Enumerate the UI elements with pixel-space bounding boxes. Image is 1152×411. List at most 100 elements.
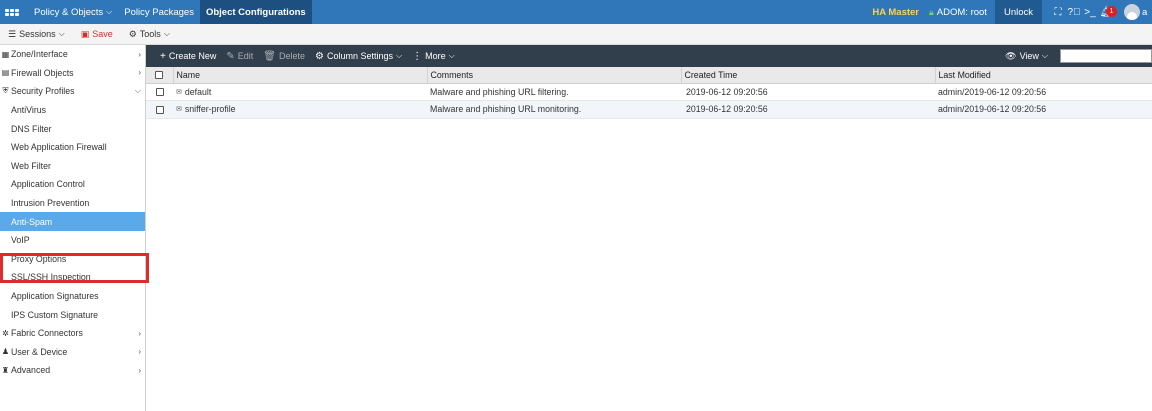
sidebar-item-application-signatures[interactable]: Application Signatures (0, 287, 145, 306)
sidebar-item-web-application-firewall[interactable]: Web Application Firewall (0, 138, 145, 157)
cli-console-icon[interactable]: >_ (1083, 7, 1097, 18)
app-menu-icon[interactable] (0, 0, 24, 24)
profiles-table: Name Comments Created Time Last Modified… (146, 67, 1152, 119)
top-right-controls: HA Master 🔒︎ ADOM: root Unlock ⛶ ?⃝ >_ 🔔… (872, 0, 1152, 24)
main-content: + Create New ✎ Edit 🗑︎ Delete ⚙ Column S… (146, 45, 1152, 411)
nav-policy-objects[interactable]: Policy & Objects ⌵ (28, 0, 118, 24)
sidebar-item-dns-filter[interactable]: DNS Filter (0, 119, 145, 138)
row-select-cell[interactable] (146, 83, 173, 101)
row-checkbox[interactable] (155, 88, 164, 97)
column-header-last-modified[interactable]: Last Modified (935, 67, 1152, 84)
chevron-right-icon: › (138, 365, 141, 375)
help-icon[interactable]: ?⃝ (1067, 7, 1081, 18)
edit-icon: ✎ (226, 50, 235, 62)
table-row[interactable]: ✉ sniffer-profile Malware and phishing U… (146, 100, 1152, 119)
last-modified-cell: admin/2019-06-12 09:20:56 (935, 83, 1152, 101)
chevron-down-icon: ⌵ (134, 86, 141, 96)
fullscreen-icon[interactable]: ⛶ (1051, 7, 1065, 18)
nav-object-configurations-label: Object Configurations (205, 6, 306, 18)
sidebar-item-fabric-connectors[interactable]: ✲ Fabric Connectors › (0, 324, 145, 343)
zone-icon: ▦ (1, 49, 10, 59)
chevron-right-icon: › (138, 347, 141, 357)
profile-icon: ✉ (176, 106, 182, 114)
sidebar-item-security-profiles[interactable]: ⛨ Security Profiles ⌵ (0, 82, 145, 101)
profile-name: default (184, 86, 212, 97)
plus-icon: + (160, 50, 166, 62)
gear-icon: ⚙ (128, 28, 137, 39)
edit-button[interactable]: ✎ Edit (221, 51, 258, 62)
notifications-button[interactable]: 🔔︎ 1 (1098, 0, 1118, 24)
table-toolbar: + Create New ✎ Edit 🗑︎ Delete ⚙ Column S… (146, 45, 1152, 67)
sessions-menu[interactable]: ☰ Sessions ⌵ (0, 29, 73, 40)
avatar[interactable] (1124, 4, 1140, 20)
sidebar-item-label: Advanced (11, 365, 51, 376)
save-button[interactable]: ▣ Save (73, 29, 121, 40)
chevron-down-icon: ⌵ (163, 29, 170, 38)
column-settings-button[interactable]: ⚙ Column Settings ⌵ (310, 51, 407, 62)
column-settings-label: Column Settings (326, 51, 394, 61)
column-header-name[interactable]: Name (173, 67, 428, 84)
highlight-box (0, 253, 149, 283)
last-modified-cell: admin/2019-06-12 09:20:56 (935, 100, 1152, 119)
sidebar-item-antivirus[interactable]: AntiVirus (0, 101, 145, 120)
profile-name: sniffer-profile (184, 104, 236, 115)
comments-cell: Malware and phishing URL monitoring. (427, 100, 681, 119)
main-nav: Policy & Objects ⌵ Policy Packages Objec… (28, 0, 312, 24)
unlock-button[interactable]: Unlock (994, 0, 1042, 24)
sidebar-item-user-device[interactable]: ♟ User & Device › (0, 343, 145, 362)
user-icon: ♟ (1, 347, 10, 357)
chevron-down-icon: ⌵ (448, 51, 455, 60)
view-button[interactable]: 👁︎ View ⌵ (1005, 45, 1048, 67)
adom-label: ADOM: root (936, 6, 987, 18)
more-label: More (425, 51, 446, 61)
shield-icon: ⛨ (2, 86, 9, 96)
nav-policy-packages[interactable]: Policy Packages (118, 0, 200, 24)
search-input[interactable] (1060, 49, 1152, 63)
sidebar-item-ips-custom-signature[interactable]: IPS Custom Signature (0, 305, 145, 324)
sidebar-item-label: Anti-Spam (11, 216, 53, 227)
chevron-down-icon: ⌵ (396, 51, 403, 60)
column-header-comments[interactable]: Comments (427, 67, 682, 84)
column-header-created-time[interactable]: Created Time (681, 67, 936, 84)
nav-object-configurations[interactable]: Object Configurations (199, 0, 312, 24)
unlock-label: Unlock (1003, 6, 1033, 18)
chevron-right-icon: › (138, 68, 141, 78)
firewall-icon: ▤ (1, 68, 10, 78)
profile-icon: ✉ (176, 88, 182, 96)
name-cell[interactable]: ✉ default (173, 83, 427, 101)
select-all-checkbox[interactable] (155, 71, 164, 80)
adom-indicator[interactable]: 🔒︎ ADOM: root (929, 7, 987, 18)
gear-icon: ⚙ (315, 50, 324, 62)
sessions-icon: ☰ (8, 28, 17, 39)
sidebar-item-label: AntiVirus (11, 105, 47, 116)
sidebar-item-advanced[interactable]: ♜ Advanced › (0, 361, 145, 380)
select-all-cell[interactable] (146, 67, 174, 84)
sidebar-item-zone-interface[interactable]: ▦ Zone/Interface › (0, 45, 145, 64)
sidebar-item-web-filter[interactable]: Web Filter (0, 157, 145, 176)
more-button[interactable]: ⋮ More ⌵ (407, 51, 460, 62)
save-label: Save (92, 29, 113, 39)
sidebar-item-application-control[interactable]: Application Control (0, 175, 145, 194)
row-select-cell[interactable] (146, 100, 173, 119)
row-checkbox[interactable] (155, 105, 164, 114)
trash-icon: 🗑︎ (263, 50, 276, 62)
chevron-down-icon: ⌵ (58, 29, 65, 38)
create-new-label: Create New (168, 51, 217, 61)
user-name[interactable]: a (1142, 7, 1152, 18)
created-time-cell: 2019-06-12 09:20:56 (681, 100, 935, 119)
connector-icon: ✲ (2, 328, 9, 338)
create-new-button[interactable]: + Create New (146, 51, 221, 62)
name-cell[interactable]: ✉ sniffer-profile (173, 100, 427, 119)
delete-button[interactable]: 🗑︎ Delete (258, 51, 310, 62)
sidebar-item-anti-spam[interactable]: Anti-Spam (0, 212, 145, 231)
more-icon: ⋮ (412, 50, 423, 62)
sidebar-item-firewall-objects[interactable]: ▤ Firewall Objects › (0, 64, 145, 83)
sidebar-item-intrusion-prevention[interactable]: Intrusion Prevention (0, 194, 145, 213)
save-icon: ▣ (80, 28, 90, 39)
tools-menu[interactable]: ⚙ Tools ⌵ (121, 29, 178, 40)
sidebar-item-voip[interactable]: VoIP (0, 231, 145, 250)
chevron-down-icon: ⌵ (106, 7, 113, 16)
nav-policy-packages-label: Policy Packages (124, 6, 194, 18)
table-row[interactable]: ✉ default Malware and phishing URL filte… (146, 83, 1152, 101)
nav-policy-objects-label: Policy & Objects (34, 6, 104, 18)
